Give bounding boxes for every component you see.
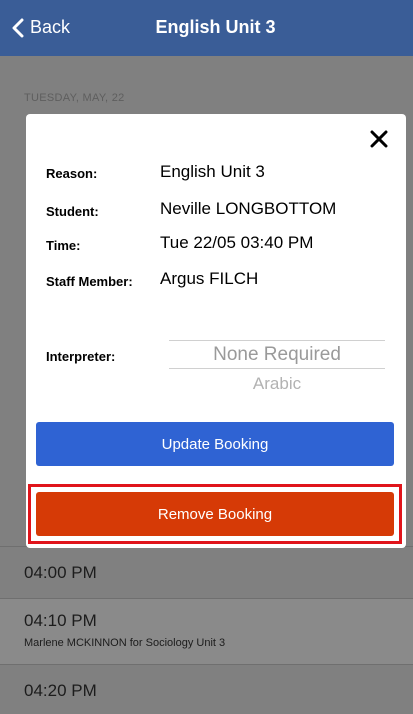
picker-option-selected[interactable]: None Required	[169, 344, 385, 366]
close-icon[interactable]	[368, 128, 390, 150]
interpreter-picker[interactable]: None Required Arabic	[169, 340, 385, 397]
slot-detail: Marlene MCKINNON for Sociology Unit 3	[24, 637, 226, 649]
slot-time: 04:10 PM	[24, 611, 97, 630]
interpreter-label: Interpreter:	[46, 349, 116, 364]
booking-dialog: Reason: English Unit 3 Student: Neville …	[26, 114, 406, 548]
slot-time: 04:20 PM	[24, 681, 97, 700]
page-title: English Unit 3	[155, 17, 276, 37]
list-item[interactable]: 04:20 PM	[0, 664, 413, 714]
picker-option[interactable]: Arabic	[169, 374, 385, 394]
time-value: Tue 22/05 03:40 PM	[160, 233, 314, 252]
student-value: Neville LONGBOTTOM	[160, 199, 337, 218]
navigation-bar: Back English Unit 3	[0, 0, 413, 56]
student-label: Student:	[46, 204, 99, 219]
staff-label: Staff Member:	[46, 274, 133, 289]
slot-time: 04:00 PM	[24, 563, 97, 582]
date-header: TUESDAY, MAY, 22	[24, 92, 125, 104]
staff-value: Argus FILCH	[160, 269, 259, 288]
picker-divider	[169, 368, 385, 369]
list-item[interactable]: 04:00 PM	[0, 546, 413, 599]
update-booking-button[interactable]: Update Booking	[36, 422, 394, 466]
list-item[interactable]: 04:10 PM Marlene MCKINNON for Sociology …	[0, 598, 413, 665]
reason-value: English Unit 3	[160, 162, 265, 181]
highlight-box	[28, 484, 402, 544]
reason-label: Reason:	[46, 166, 98, 181]
time-label: Time:	[46, 238, 81, 253]
